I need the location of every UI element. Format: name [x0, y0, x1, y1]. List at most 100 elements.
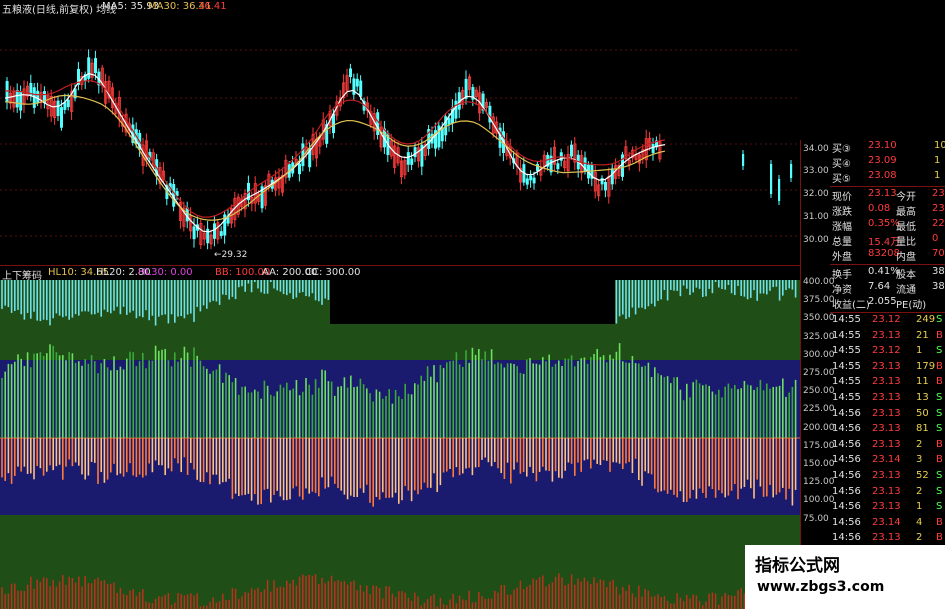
candlestick: [450, 99, 454, 133]
candlestick: [631, 146, 635, 163]
candlestick: [348, 63, 352, 84]
tick-time: 14:56: [832, 501, 861, 513]
stat-label: 股本: [896, 270, 916, 281]
tick-side: B: [936, 532, 943, 544]
candlestick: [39, 83, 43, 109]
candlestick: [433, 122, 437, 157]
tick-row: 14:56 23.13 52 S: [830, 470, 945, 486]
tick-side: B: [936, 454, 943, 466]
candlestick: [525, 173, 529, 190]
candlestick: [655, 136, 659, 151]
candlestick: [604, 179, 608, 198]
candlestick: [77, 61, 81, 91]
tick-side: S: [936, 423, 943, 435]
candlestick-chart[interactable]: [0, 14, 800, 264]
tick-time: 14:56: [832, 469, 861, 481]
tick-volume: 52: [916, 469, 929, 481]
tick-time: 14:56: [832, 438, 861, 450]
stat-value: 23: [932, 203, 945, 214]
tick-price: 23.13: [872, 329, 901, 341]
stats-block: 现价 23.13 今开 23 涨跌 0.08 最高 23 涨幅 0.35% 最低 22 总量 15.4万量…: [830, 188, 945, 263]
stat-label: 换手: [832, 270, 852, 281]
candlestick: [301, 136, 305, 172]
candlestick: [522, 157, 526, 186]
order-label: 买④: [832, 159, 851, 170]
tick-price: 23.13: [872, 532, 901, 544]
tick-side: S: [936, 485, 943, 497]
tick-price: 23.13: [872, 485, 901, 497]
tick-volume: 1: [916, 501, 923, 513]
tick-time: 14:56: [832, 516, 861, 528]
tick-time: 14:56: [832, 532, 861, 544]
candlestick: [87, 49, 91, 83]
order-book: 买③ 23.10 10 买④ 23.09 1 买⑤ 23.08 1: [830, 140, 945, 185]
tick-row: 14:56 23.14 4 B: [830, 517, 945, 533]
tick-volume: 1: [916, 345, 923, 357]
candlestick: [321, 112, 325, 146]
candlestick: [610, 163, 614, 190]
tick-row: 14:55 23.12 249 S: [830, 314, 945, 330]
tick-side: S: [936, 345, 943, 357]
tick-price: 23.13: [872, 391, 901, 403]
tick-price: 23.14: [872, 516, 901, 528]
candlestick: [172, 178, 176, 212]
tick-volume: 4: [916, 516, 923, 528]
stat-value: 0.41%: [868, 266, 900, 277]
candlestick: [658, 133, 662, 163]
candlestick: [199, 219, 203, 250]
candlestick: [464, 70, 468, 105]
candlestick: [284, 154, 288, 184]
candlestick: [70, 83, 74, 120]
candlestick: [461, 86, 465, 109]
tick-row: 14:56 23.13 2 B: [830, 439, 945, 455]
tick-side: B: [936, 360, 943, 372]
order-price: 23.08: [868, 170, 897, 181]
stat-value: 23: [932, 188, 945, 199]
candlestick: [56, 96, 60, 121]
stat-row: 换手 0.41%股本 38.0: [830, 266, 945, 281]
candlestick: [223, 210, 227, 244]
candlestick: [467, 73, 471, 96]
stat-row: 总量 15.4万 量比 0: [830, 233, 945, 248]
stat-row: 涨幅 0.35% 最低 22: [830, 218, 945, 233]
candlestick: [617, 162, 621, 179]
tick-time: 14:55: [832, 345, 861, 357]
candlestick: [260, 183, 264, 213]
order-price: 23.09: [868, 155, 897, 166]
stat-label: 收益(二): [832, 300, 870, 311]
stat-label: 今开: [896, 192, 916, 203]
stat-value: 38.0: [932, 266, 945, 277]
tick-volume: 2: [916, 532, 923, 544]
candlestick: [229, 204, 233, 229]
tick-side: B: [936, 329, 943, 341]
tick-row: 14:55 23.13 179 B: [830, 361, 945, 377]
stats-block-2: 换手 0.41%股本 38.0 净资 7.64 流通 38.0 收益(二)2.055PE(动): [830, 266, 945, 311]
candlestick: [32, 83, 36, 114]
stat-label: 内盘: [896, 252, 916, 263]
tick-side: B: [936, 516, 943, 528]
tick-row: 14:56 23.13 2 S: [830, 486, 945, 502]
tick-side: S: [936, 391, 943, 403]
order-volume: 1: [934, 155, 941, 166]
order-volume: 10: [934, 140, 945, 151]
candlestick: [590, 161, 594, 187]
tick-time: 14:56: [832, 454, 861, 466]
quote-panel: 买③ 23.10 10 买④ 23.09 1 买⑤ 23.08 1 现价 23.13 今开 23 涨跌 0…: [830, 140, 945, 595]
candlestick: [481, 90, 485, 114]
candlestick: [314, 131, 318, 167]
stat-value: 0: [932, 233, 939, 244]
candlestick: [53, 95, 57, 125]
candlestick: [570, 140, 574, 160]
candlestick: [406, 146, 410, 173]
tick-volume: 2: [916, 485, 923, 497]
candlestick: [770, 160, 773, 198]
chip-indicator-chart[interactable]: [0, 280, 800, 609]
tick-price: 23.13: [872, 423, 901, 435]
stat-value: 0.35%: [868, 218, 900, 229]
tick-volume: 50: [916, 407, 929, 419]
candlestick: [202, 225, 206, 246]
tick-side: S: [936, 407, 943, 419]
stat-row: 收益(二) 2.055 PE(动): [830, 296, 945, 311]
candlestick: [607, 167, 611, 204]
price-axis-label: 33.00: [803, 166, 829, 176]
